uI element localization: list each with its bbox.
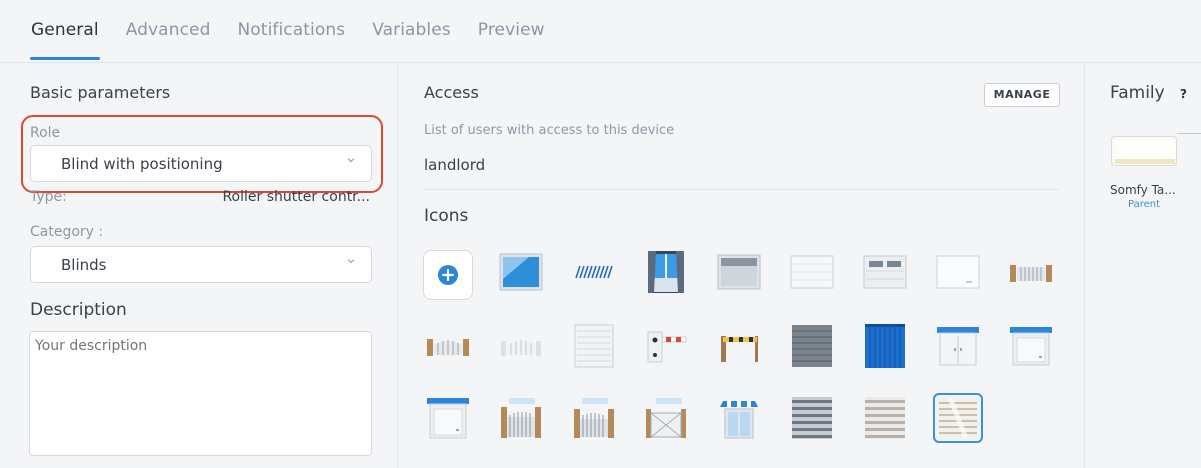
blue-garage-small-icon [427, 398, 469, 439]
icon-option[interactable] [496, 247, 546, 297]
icon-option[interactable] [496, 393, 546, 443]
icon-option[interactable] [714, 247, 764, 297]
garage-door-windows-icon [863, 255, 907, 289]
barrier-post-icon [647, 331, 687, 363]
venetian-blind-icon [792, 397, 832, 439]
family-title: Family [1110, 83, 1165, 103]
access-title: Access [424, 83, 479, 102]
category-label: Category : [30, 224, 104, 240]
icon-option[interactable] [569, 393, 619, 443]
icon-option[interactable] [787, 393, 837, 443]
window-icon [499, 253, 543, 291]
device-settings-panel: General Advanced Notifications Variables… [0, 0, 1201, 468]
basic-parameters-section: Basic parameters Role Blind with positio… [0, 63, 398, 468]
tab-preview[interactable]: Preview [478, 20, 545, 60]
awning-door-icon [720, 401, 758, 439]
tab-advanced[interactable]: Advanced [126, 20, 211, 60]
manage-button[interactable]: MANAGE [984, 83, 1060, 107]
light-blind-icon [865, 397, 905, 439]
icon-option[interactable] [423, 393, 473, 443]
slanted-blind-icon [575, 265, 613, 279]
icon-option[interactable] [714, 393, 764, 443]
icon-option[interactable] [714, 321, 764, 371]
type-value: Roller shutter contr... [222, 189, 370, 205]
icons-title: Icons [424, 206, 469, 226]
icon-option-selected[interactable] [933, 393, 983, 443]
gate-icon [1010, 265, 1052, 282]
icon-option[interactable] [860, 247, 910, 297]
chevron-down-icon [347, 259, 355, 264]
icon-option[interactable] [1006, 247, 1056, 297]
dark-blind-icon [792, 325, 832, 367]
icon-option[interactable] [860, 321, 910, 371]
icon-option[interactable] [641, 393, 691, 443]
icon-option[interactable] [860, 393, 910, 443]
icon-option[interactable] [933, 321, 983, 371]
swing-gate-icon [501, 340, 541, 356]
family-section: Family ? Somfy Ta... Parent [1086, 63, 1201, 468]
tab-general[interactable]: General [30, 20, 100, 60]
category-select-value: Blinds [61, 256, 107, 274]
tab-bar: General Advanced Notifications Variables… [0, 0, 1201, 62]
garage-door-plain-icon [936, 255, 980, 289]
tab-variables[interactable]: Variables [372, 20, 451, 60]
description-title: Description [30, 300, 127, 320]
wooden-gate-2-icon [574, 398, 614, 438]
icon-option[interactable] [569, 247, 619, 297]
fence-gate-icon [427, 339, 469, 356]
parent-device-name[interactable]: Somfy Ta... [1110, 183, 1176, 197]
parent-relation-label: Parent [1128, 199, 1161, 210]
blue-curtain-icon [865, 324, 905, 368]
icon-option[interactable] [641, 247, 691, 297]
curtain-window-icon [648, 251, 684, 293]
type-label: Type: [30, 189, 67, 205]
basic-parameters-title: Basic parameters [30, 83, 171, 102]
roller-shutter-icon [717, 254, 761, 290]
access-icons-section: Access MANAGE List of users with access … [399, 63, 1085, 468]
icon-option[interactable] [569, 321, 619, 371]
icon-option[interactable] [787, 321, 837, 371]
barrier-arm-icon [721, 336, 758, 362]
blue-garage-icon [1010, 327, 1052, 366]
wooden-gate-icon [501, 398, 541, 438]
parent-device-thumbnail[interactable] [1111, 136, 1177, 166]
shutter-icon [574, 324, 614, 368]
family-connector-line [1177, 133, 1201, 173]
access-divider [424, 189, 1059, 190]
icon-option[interactable] [496, 321, 546, 371]
category-select[interactable]: Blinds [30, 246, 372, 283]
icon-option[interactable] [787, 247, 837, 297]
blue-double-garage-icon [937, 327, 979, 366]
sliding-gate-icon [646, 398, 686, 438]
access-user-landlord: landlord [424, 156, 486, 174]
tab-notifications[interactable]: Notifications [237, 20, 345, 60]
help-icon[interactable]: ? [1180, 87, 1187, 101]
description-input[interactable] [29, 331, 372, 456]
icon-option[interactable] [423, 321, 473, 371]
garage-door-icon [790, 255, 834, 289]
add-icon [438, 265, 458, 285]
access-subtitle: List of users with access to this device [424, 123, 675, 138]
positioning-blind-icon [939, 397, 977, 439]
role-highlight-box [21, 115, 383, 193]
icon-option[interactable] [933, 247, 983, 297]
device-icon [1115, 140, 1175, 164]
add-icon-button[interactable] [423, 250, 473, 300]
icon-option[interactable] [1006, 321, 1056, 371]
icon-option[interactable] [641, 321, 691, 371]
